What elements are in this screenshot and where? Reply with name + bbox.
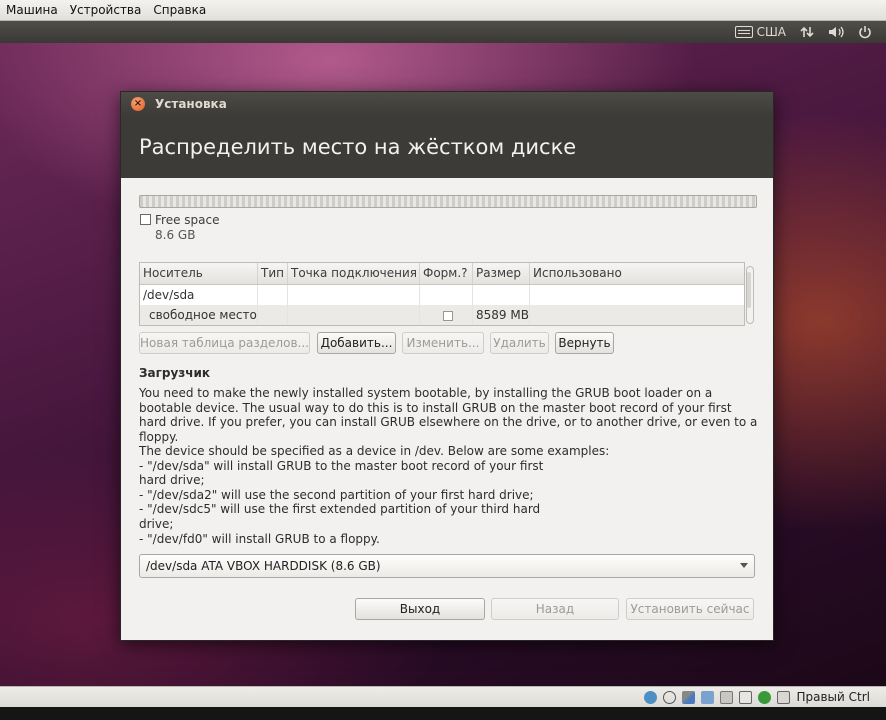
cell-format: [420, 305, 473, 325]
keyboard-icon: [734, 26, 753, 38]
menu-help[interactable]: Справка: [147, 0, 212, 20]
power-icon[interactable]: [858, 25, 872, 39]
col-size[interactable]: Размер: [473, 263, 530, 284]
back-button[interactable]: Назад: [491, 598, 619, 620]
keyboard-capture-icon[interactable]: [777, 690, 791, 704]
table-row[interactable]: /dev/sda: [140, 285, 744, 305]
change-partition-button[interactable]: Изменить...: [402, 332, 484, 354]
mouse-integration-icon[interactable]: [758, 690, 772, 704]
scrollbar-thumb[interactable]: [747, 272, 751, 308]
chevron-down-icon: [740, 563, 748, 568]
col-device[interactable]: Носитель: [140, 263, 258, 284]
host-key-label: Правый Ctrl: [796, 690, 870, 704]
shared-folder-icon[interactable]: [701, 690, 715, 704]
menu-machine[interactable]: Машина: [0, 0, 64, 20]
hdd-icon[interactable]: [644, 690, 658, 704]
delete-partition-button[interactable]: Удалить: [490, 332, 549, 354]
cell-mount: [288, 285, 420, 305]
add-partition-button[interactable]: Добавить...: [317, 332, 396, 354]
content-area: Free space 8.6 GB Носитель Тип Точка под…: [121, 178, 773, 640]
install-now-button[interactable]: Установить сейчас: [626, 598, 754, 620]
close-icon: ×: [133, 98, 143, 109]
cd-icon[interactable]: [663, 690, 677, 704]
window-title: Установка: [155, 97, 227, 111]
bootloader-examples: The device should be specified as a devi…: [139, 444, 610, 546]
keyboard-layout-label: США: [756, 25, 786, 39]
bootloader-description: You need to make the newly installed sys…: [139, 386, 758, 444]
host-bottom-strip: [0, 707, 886, 720]
usb-icon[interactable]: [682, 690, 696, 704]
cell-device: /dev/sda: [140, 285, 258, 305]
quit-button[interactable]: Выход: [355, 598, 485, 620]
cell-size: [473, 285, 530, 305]
table-scrollbar[interactable]: [743, 262, 755, 326]
cell-used: [530, 305, 744, 325]
partition-table: Носитель Тип Точка подключения Форм.? Ра…: [139, 262, 745, 326]
col-format[interactable]: Форм.?: [420, 263, 473, 284]
keyboard-indicator[interactable]: США: [734, 25, 786, 39]
cell-format: [420, 285, 473, 305]
cell-size: 8589 MB: [473, 305, 530, 325]
col-used[interactable]: Использовано: [530, 263, 744, 284]
bootloader-title: Загрузчик: [139, 366, 211, 380]
col-type[interactable]: Тип: [258, 263, 288, 284]
host-menubar: Машина Устройства Справка: [0, 0, 886, 21]
col-mount[interactable]: Точка подключения: [288, 263, 420, 284]
menu-devices[interactable]: Устройства: [64, 0, 148, 20]
partition-bar: [139, 195, 757, 208]
network-adapter-icon[interactable]: [739, 690, 753, 704]
free-space-label: Free space: [155, 213, 220, 227]
new-partition-table-button[interactable]: Новая таблица разделов...: [139, 332, 310, 354]
bootloader-device-value: /dev/sda ATA VBOX HARDDISK (8.6 GB): [146, 559, 381, 573]
cell-type: [258, 305, 288, 325]
cell-device: свободное место: [140, 305, 258, 325]
bootloader-device-select[interactable]: /dev/sda ATA VBOX HARDDISK (8.6 GB): [139, 554, 755, 578]
cell-mount: [288, 305, 420, 325]
format-checkbox[interactable]: [443, 310, 453, 321]
host-statusbar: Правый Ctrl: [0, 686, 886, 707]
display-icon[interactable]: [720, 690, 734, 704]
window-titlebar[interactable]: × Установка: [121, 92, 773, 116]
table-row[interactable]: свободное место 8589 MB: [140, 305, 744, 325]
network-icon[interactable]: [800, 25, 814, 39]
free-space-size: 8.6 GB: [155, 228, 196, 242]
cell-type: [258, 285, 288, 305]
page-banner: Распределить место на жёстком диске: [121, 116, 773, 178]
revert-button[interactable]: Вернуть: [555, 332, 614, 354]
top-panel: США: [0, 21, 886, 43]
page-title: Распределить место на жёстком диске: [139, 135, 577, 159]
installer-window: × Установка Распределить место на жёстко…: [120, 91, 774, 641]
free-space-swatch: [140, 214, 151, 225]
table-header: Носитель Тип Точка подключения Форм.? Ра…: [140, 263, 744, 285]
cell-used: [530, 285, 744, 305]
volume-icon[interactable]: [828, 25, 844, 39]
close-button[interactable]: ×: [131, 97, 145, 111]
